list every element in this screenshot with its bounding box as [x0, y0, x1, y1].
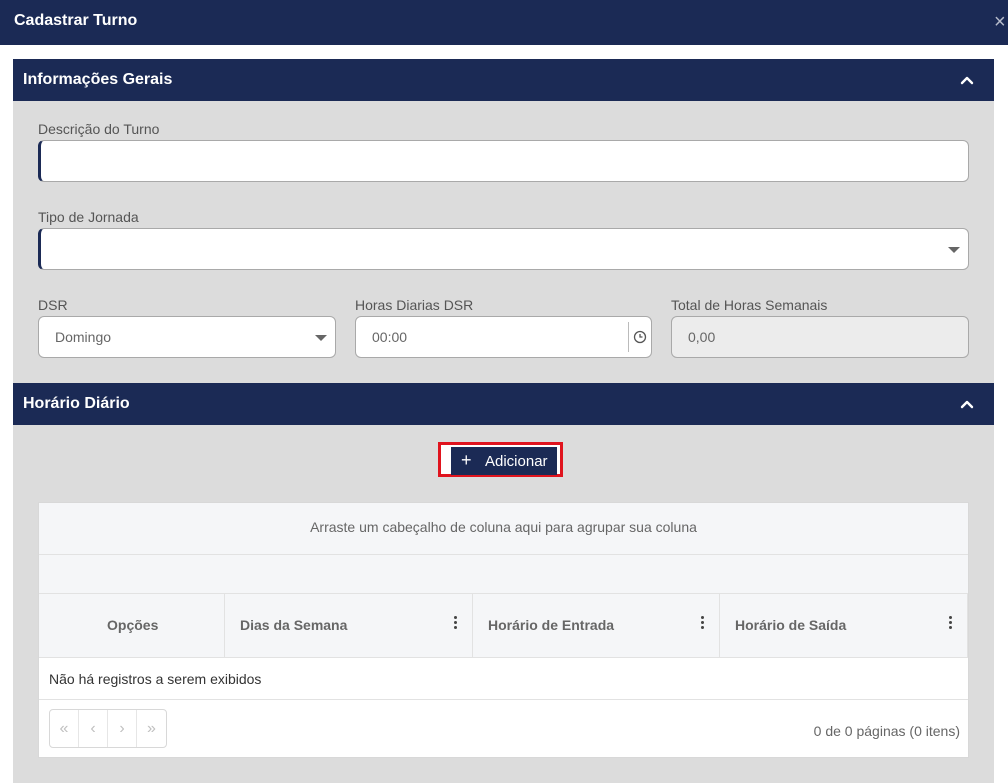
- pager: « ‹ › »: [49, 709, 167, 748]
- add-button-label: Adicionar: [485, 453, 548, 470]
- modal-header: Cadastrar Turno ×: [0, 0, 1008, 45]
- chevron-down-icon[interactable]: [315, 335, 327, 341]
- next-page-button[interactable]: ›: [108, 710, 137, 747]
- column-header-exit-time[interactable]: Horário de Saída: [720, 594, 968, 658]
- last-page-button[interactable]: »: [137, 710, 166, 747]
- dsr-select[interactable]: Domingo: [38, 316, 336, 358]
- dsr-select-value: Domingo: [55, 329, 112, 345]
- weekly-total-label: Total de Horas Semanais: [671, 297, 828, 313]
- dsr-hours-input[interactable]: 00:00: [355, 316, 652, 358]
- column-menu-icon[interactable]: [949, 616, 953, 632]
- weekly-total-field: 0,00: [671, 316, 969, 358]
- dsr-label: DSR: [38, 297, 68, 313]
- column-header-label: Horário de Entrada: [488, 617, 615, 633]
- plus-icon: +: [461, 450, 472, 470]
- modal-title: Cadastrar Turno: [14, 12, 138, 29]
- add-button-highlight: + Adicionar: [438, 442, 563, 477]
- column-menu-icon[interactable]: [454, 616, 458, 632]
- column-menu-icon[interactable]: [701, 616, 705, 632]
- empty-row: Não há registros a serem exibidos: [39, 658, 968, 700]
- grid-header-row: Opções Dias da Semana Horário de Entrada…: [39, 594, 968, 658]
- dsr-hours-label: Horas Diarias DSR: [355, 297, 474, 313]
- section-title-general: Informações Gerais: [23, 71, 173, 88]
- empty-message: Não há registros a serem exibidos: [49, 671, 262, 687]
- column-header-weekdays[interactable]: Dias da Semana: [225, 594, 473, 658]
- journey-type-label: Tipo de Jornada: [38, 209, 139, 225]
- description-label: Descrição do Turno: [38, 121, 160, 137]
- daily-schedule-grid: Arraste um cabeçalho de coluna aqui para…: [38, 502, 969, 758]
- chevron-up-icon[interactable]: [960, 397, 974, 411]
- group-panel-text: Arraste um cabeçalho de coluna aqui para…: [310, 519, 697, 535]
- clock-icon[interactable]: [633, 330, 647, 344]
- prev-page-button[interactable]: ‹: [79, 710, 108, 747]
- column-header-label: Opções: [107, 617, 159, 633]
- group-panel[interactable]: Arraste um cabeçalho de coluna aqui para…: [39, 503, 968, 555]
- chevron-down-icon[interactable]: [948, 247, 960, 253]
- column-header-entry-time[interactable]: Horário de Entrada: [473, 594, 720, 658]
- close-icon[interactable]: ×: [994, 12, 1008, 32]
- section-title-daily: Horário Diário: [23, 395, 130, 412]
- dsr-hours-value: 00:00: [372, 329, 408, 345]
- modal-body-top: [0, 45, 1008, 59]
- modal-body-left-edge: [0, 59, 13, 783]
- first-page-button[interactable]: «: [50, 710, 79, 747]
- section-header-daily[interactable]: Horário Diário: [13, 383, 994, 425]
- weekly-total-value: 0,00: [688, 329, 716, 345]
- add-button[interactable]: + Adicionar: [451, 447, 557, 475]
- column-header-label: Dias da Semana: [240, 617, 348, 633]
- section-header-general[interactable]: Informações Gerais: [13, 59, 994, 101]
- description-input[interactable]: [38, 140, 969, 182]
- page-info: 0 de 0 páginas (0 itens): [813, 723, 960, 739]
- column-header-options[interactable]: Opções: [39, 594, 225, 658]
- journey-type-select[interactable]: [38, 228, 969, 270]
- filter-row: [39, 555, 968, 594]
- chevron-up-icon[interactable]: [960, 73, 974, 87]
- time-input-divider: [628, 322, 629, 352]
- modal-scrollbar-area: [994, 59, 1008, 783]
- column-header-label: Horário de Saída: [735, 617, 847, 633]
